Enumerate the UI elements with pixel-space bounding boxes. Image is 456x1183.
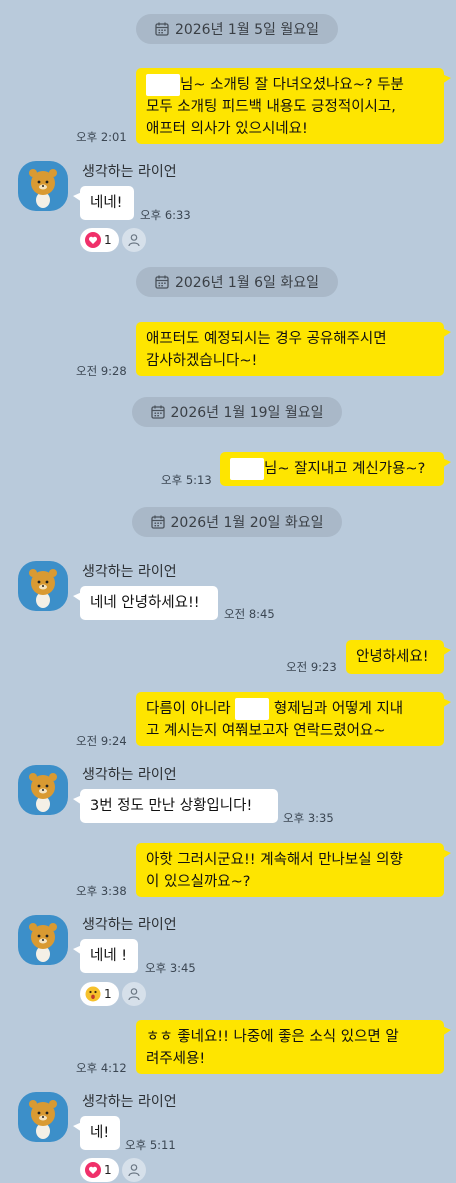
heart-icon [85,1162,101,1178]
date-text: 2026년 1월 5일 월요일 [174,22,320,38]
date-text: 2026년 1월 6일 화요일 [174,275,320,291]
message-time: 오전 9:24 [76,734,127,748]
my-message-bubble[interactable]: 님~ 소개팅 잘 다녀오셨나요~? 두분 모두 소개팅 피드백 내용도 긍정적이… [136,68,451,144]
avatar[interactable] [18,161,68,211]
reaction-badge[interactable]: 1 [80,1158,119,1182]
their-message-bubble[interactable]: 네네! [73,186,134,220]
message-time: 오후 5:11 [125,1138,176,1152]
message-time: 오후 2:01 [76,130,127,144]
avatar[interactable] [18,1092,68,1142]
my-message-bubble[interactable]: 애프터도 예정되시는 경우 공유해주시면 감사하겠습니다~! [136,322,451,376]
redacted-name [230,458,264,480]
reaction-badge[interactable]: 1 [80,228,119,252]
add-reaction-button[interactable] [122,1158,146,1182]
avatar[interactable] [18,915,68,965]
sender-name: 생각하는 라이언 [82,1094,177,1110]
my-message-bubble[interactable]: 아핫 그러시군요!! 계속해서 만나보실 의향 이 있으실까요~? [136,843,451,897]
message-time: 오전 9:28 [76,364,127,378]
date-text: 2026년 1월 20일 화요일 [170,515,324,531]
add-reaction-button[interactable] [122,228,146,252]
my-message-bubble[interactable]: 안녕하세요! [346,640,451,674]
ryan-lion-icon [29,1100,57,1139]
person-icon [128,234,140,247]
their-message-bubble[interactable]: 네네 ! [73,939,138,973]
date-divider: 2026년 1월 5일 월요일 [136,14,338,44]
person-icon [128,988,140,1001]
message-time: 오후 6:33 [140,208,191,222]
date-divider: 2026년 1월 20일 화요일 [132,507,342,537]
sender-name: 생각하는 라이언 [82,767,177,783]
add-reaction-button[interactable] [122,982,146,1006]
message-time: 오전 8:45 [224,607,275,621]
reaction-badge[interactable]: 1 [80,982,119,1006]
message-time: 오후 3:45 [145,961,196,975]
calendar-icon [155,275,169,289]
sender-name: 생각하는 라이언 [82,917,177,933]
message-time: 오후 3:35 [283,811,334,825]
their-message-bubble[interactable]: 네! [73,1116,120,1150]
calendar-icon [150,405,165,419]
ryan-lion-icon [29,773,57,812]
redacted-name [146,74,180,96]
their-message-bubble[interactable]: 3번 정도 만난 상황입니다! [73,789,278,823]
avatar[interactable] [18,765,68,815]
date-text: 2026년 1월 19일 월요일 [170,405,324,421]
message-time: 오전 9:23 [286,660,337,674]
message-time: 오후 4:12 [76,1061,127,1075]
surprised-face-icon [85,986,101,1002]
date-divider: 2026년 1월 19일 월요일 [132,397,342,427]
my-message-bubble[interactable]: 님~ 잘지내고 계신가용~? [220,452,451,486]
ryan-lion-icon [29,923,57,962]
sender-name: 생각하는 라이언 [82,164,177,180]
their-message-bubble[interactable]: 네네 안녕하세요!! [73,586,218,620]
date-divider: 2026년 1월 6일 화요일 [136,267,338,297]
message-time: 오후 5:13 [161,473,212,487]
message-time: 오후 3:38 [76,884,127,898]
avatar[interactable] [18,561,68,611]
heart-icon [85,232,101,248]
calendar-icon [150,515,165,529]
calendar-icon [155,22,169,36]
ryan-lion-icon [29,169,57,208]
my-message-bubble[interactable]: 다름이 아니라 형제님과 어떻게 지내 고 계시는지 여쭤보고자 연락드렸어요~ [136,692,451,746]
person-icon [128,1164,140,1177]
my-message-bubble[interactable]: ㅎㅎ 좋네요!! 나중에 좋은 소식 있으면 알 려주세용! [136,1020,451,1074]
ryan-lion-icon [29,569,57,608]
sender-name: 생각하는 라이언 [82,564,177,580]
redacted-name [235,698,270,720]
